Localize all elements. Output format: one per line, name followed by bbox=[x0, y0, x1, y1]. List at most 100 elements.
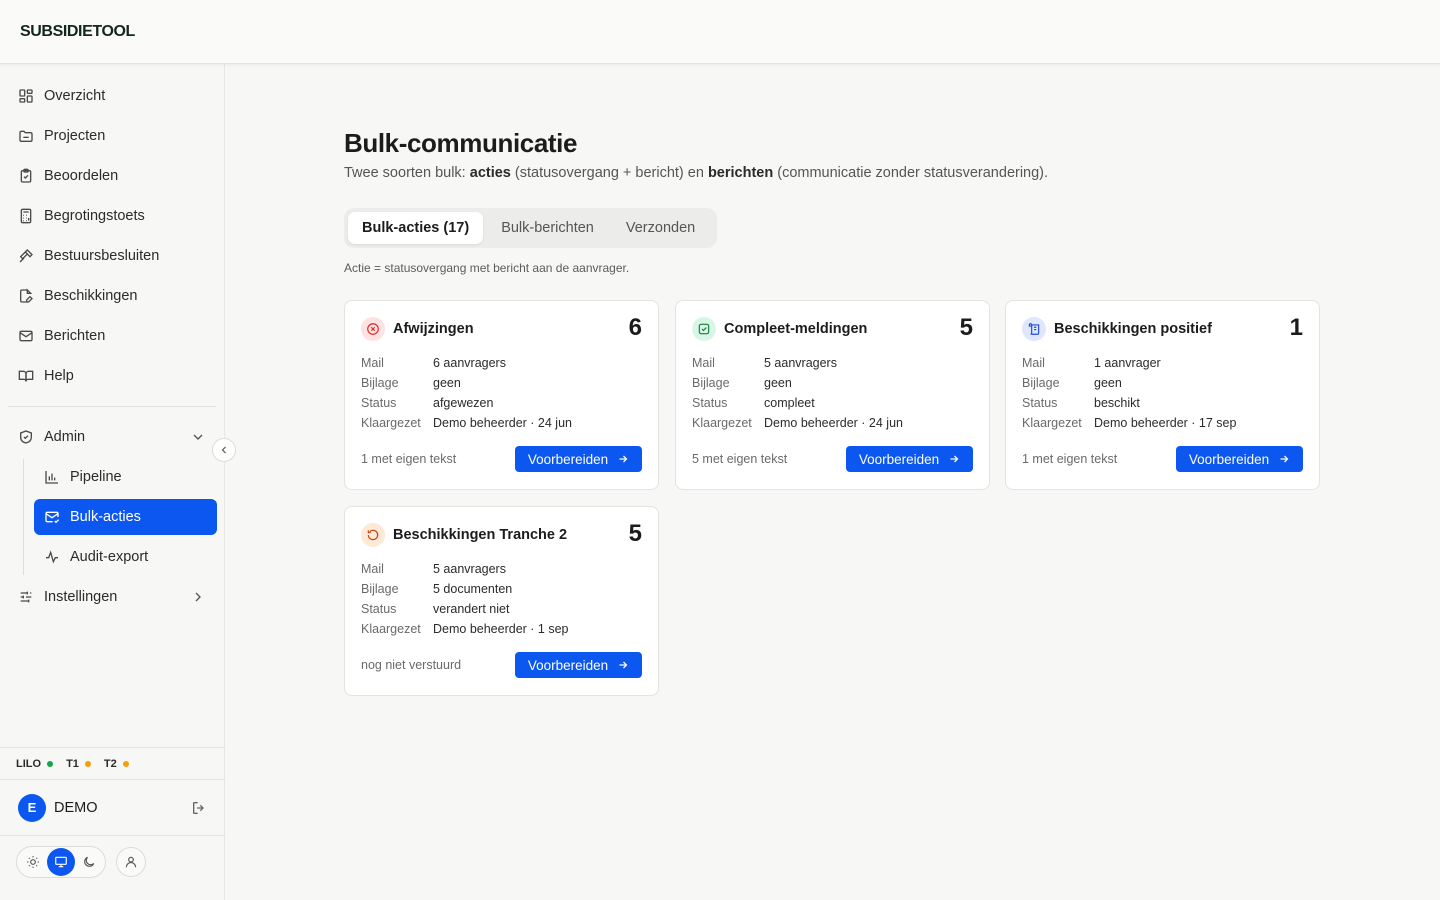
moon-icon[interactable] bbox=[75, 848, 103, 876]
sidebar-item-label: Pipeline bbox=[70, 469, 122, 485]
sidebar-item-label: Begrotingstoets bbox=[44, 208, 145, 224]
meta-value: geen bbox=[433, 376, 461, 390]
arrow-right-icon bbox=[619, 455, 628, 463]
chevron-left-icon bbox=[221, 446, 226, 454]
meta-row-klaargezet: Klaargezet Demo beheerder · 1 sep bbox=[361, 619, 569, 639]
bulk-card-afwijzingen: Afwijzingen 6 Mail 6 aanvragers Bijlage ge… bbox=[344, 300, 659, 490]
subtitle-emphasis: acties bbox=[469, 165, 511, 181]
chevron-right-icon[interactable] bbox=[190, 589, 206, 605]
sidebar-item-label: Berichten bbox=[44, 328, 106, 344]
x-circle-icon bbox=[361, 317, 385, 341]
sidebar-item-beoordelen[interactable]: Beoordelen bbox=[8, 158, 216, 194]
meta-row-status: Status compleet bbox=[692, 393, 903, 413]
card-meta: Mail 5 aanvragers Bijlage 5 documenten Sta… bbox=[361, 559, 569, 639]
card-header: Beschikkingen Tranche 2 5 bbox=[361, 520, 642, 547]
card-title: Beschikkingen positief bbox=[1054, 321, 1212, 337]
card-footer: nog niet verstuurd Voorbereiden bbox=[361, 652, 642, 678]
sidebar-item-label: Audit-export bbox=[70, 549, 149, 565]
user-icon[interactable] bbox=[116, 847, 146, 877]
calculator-icon bbox=[18, 208, 34, 224]
meta-label: Klaargezet bbox=[692, 416, 752, 430]
meta-value: geen bbox=[764, 376, 792, 390]
card-header: Afwijzingen 6 bbox=[361, 314, 642, 341]
meta-value: beschikt bbox=[1094, 396, 1140, 410]
theme-switcher bbox=[16, 846, 146, 878]
meta-row-klaargezet: Klaargezet Demo beheerder · 17 sep bbox=[1022, 413, 1236, 433]
card-foot-note: 1 met eigen tekst bbox=[1022, 452, 1118, 466]
card-count: 5 bbox=[959, 314, 973, 341]
meta-value: compleet bbox=[764, 396, 815, 410]
collapse-sidebar-button[interactable] bbox=[212, 438, 236, 462]
sidebar-item-label: Bestuursbesluiten bbox=[44, 248, 160, 264]
meta-value: Demo beheerder · 17 sep bbox=[1094, 416, 1237, 430]
sidebar-item-overzicht[interactable]: Overzicht bbox=[8, 78, 216, 114]
meta-row-bijlage: Bijlage geen bbox=[692, 373, 903, 393]
env-label: T2 bbox=[103, 757, 117, 770]
card-meta: Mail 6 aanvragers Bijlage geen Status afgew… bbox=[361, 353, 572, 433]
folder-icon bbox=[18, 128, 34, 144]
clipboard-check-icon bbox=[18, 168, 34, 184]
card-title: Beschikkingen Tranche 2 bbox=[393, 527, 568, 543]
voorbereiden-button[interactable]: Voorbereiden bbox=[515, 446, 642, 472]
sidebar-item-instellingen[interactable]: Instellingen bbox=[8, 579, 216, 615]
env-t2: T2 bbox=[104, 758, 129, 770]
env-lilo: LILO bbox=[16, 758, 54, 770]
voorbereiden-button[interactable]: Voorbereiden bbox=[515, 652, 642, 678]
chevron-down-icon[interactable] bbox=[190, 429, 206, 445]
admin-submenu: Pipeline Bulk-acties Audit-export bbox=[23, 459, 217, 575]
meta-value: Demo beheerder · 24 jun bbox=[433, 416, 572, 430]
sidebar-item-begrotingstoets[interactable]: Begrotingstoets bbox=[8, 198, 216, 234]
meta-label: Status bbox=[1022, 396, 1058, 410]
card-count: 6 bbox=[628, 314, 642, 341]
subtitle-text: Twee soorten bulk: bbox=[344, 165, 470, 181]
meta-value: Demo beheerder · 24 jun bbox=[764, 416, 903, 430]
sidebar-item-label: Help bbox=[44, 368, 74, 384]
sidebar-item-beschikkingen[interactable]: Beschikkingen bbox=[8, 278, 216, 314]
arrow-right-icon bbox=[950, 455, 959, 463]
tab-bulk-berichten[interactable]: Bulk-berichten bbox=[487, 212, 608, 244]
card-footer: 5 met eigen tekst Voorbereiden bbox=[692, 446, 973, 472]
bulk-card-beschikkingen-tranche-2: Beschikkingen Tranche 2 5 Mail 5 aanvrage… bbox=[344, 506, 659, 696]
button-label: Voorbereiden bbox=[527, 657, 609, 673]
monitor-icon[interactable] bbox=[47, 848, 75, 876]
card-title: Afwijzingen bbox=[393, 321, 474, 337]
env-label: T1 bbox=[66, 757, 79, 770]
sidebar-item-label: Admin bbox=[44, 429, 86, 445]
sidebar-item-help[interactable]: Help bbox=[8, 358, 216, 394]
logout-icon[interactable] bbox=[191, 800, 207, 816]
sidebar-item-bestuursbesluiten[interactable]: Bestuursbesluiten bbox=[8, 238, 216, 274]
bar-chart-icon bbox=[44, 469, 60, 485]
sidebar-item-berichten[interactable]: Berichten bbox=[8, 318, 216, 354]
meta-label: Status bbox=[361, 396, 397, 410]
voorbereiden-button[interactable]: Voorbereiden bbox=[846, 446, 973, 472]
meta-row-mail: Mail 6 aanvragers bbox=[361, 353, 572, 373]
card-meta: Mail 1 aanvrager Bijlage geen Status beschi… bbox=[1022, 353, 1236, 433]
meta-value: geen bbox=[1094, 376, 1122, 390]
voorbereiden-button[interactable]: Voorbereiden bbox=[1176, 446, 1303, 472]
sliders-icon bbox=[18, 589, 34, 605]
meta-value: 5 documenten bbox=[433, 582, 513, 596]
meta-row-bijlage: Bijlage geen bbox=[1022, 373, 1236, 393]
tab-bulk-acties[interactable]: Bulk-acties (17) bbox=[348, 212, 484, 244]
meta-value: 1 aanvrager bbox=[1094, 356, 1161, 370]
sidebar-item-audit-export[interactable]: Audit-export bbox=[34, 539, 217, 575]
activity-icon bbox=[44, 549, 60, 565]
card-header: Compleet-meldingen 5 bbox=[692, 314, 973, 341]
meta-label: Bijlage bbox=[361, 376, 399, 390]
sidebar-item-pipeline[interactable]: Pipeline bbox=[34, 459, 217, 495]
env-t1: T1 bbox=[66, 758, 91, 770]
book-icon bbox=[18, 368, 34, 384]
app-brand[interactable]: SUBSIDIETOOL bbox=[20, 23, 135, 41]
meta-value: Demo beheerder · 1 sep bbox=[433, 622, 569, 636]
env-status-dot bbox=[122, 760, 129, 767]
card-meta: Mail 5 aanvragers Bijlage geen Status compl… bbox=[692, 353, 903, 433]
sidebar-item-projecten[interactable]: Projecten bbox=[8, 118, 216, 154]
sun-icon[interactable] bbox=[19, 848, 47, 876]
tab-verzonden[interactable]: Verzonden bbox=[612, 212, 709, 244]
sidebar-item-admin[interactable]: Admin bbox=[8, 419, 216, 455]
top-bar: SUBSIDIETOOL bbox=[0, 0, 1440, 64]
sidebar-nav: Overzicht Projecten Beoordelen Begroting… bbox=[8, 78, 217, 619]
meta-row-mail: Mail 5 aanvragers bbox=[692, 353, 903, 373]
sidebar-item-bulk-acties[interactable]: Bulk-acties bbox=[34, 499, 217, 535]
avatar[interactable]: E bbox=[18, 793, 46, 822]
